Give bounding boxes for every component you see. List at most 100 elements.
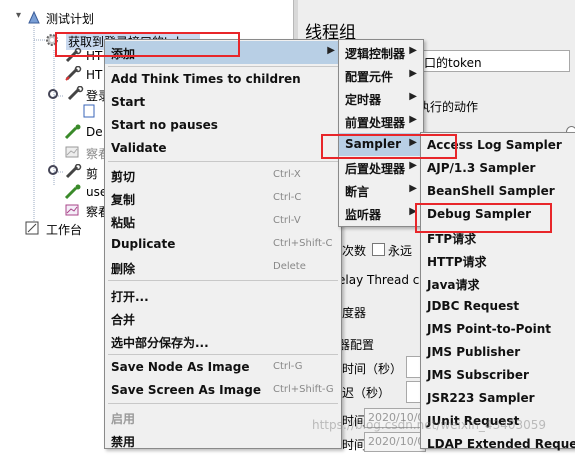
context-menu: 添加 ▶ Add Think Times to children Start S… (104, 39, 342, 449)
menu-item-paste[interactable]: 粘贴 Ctrl-V (105, 210, 341, 233)
gear-small-icon (47, 88, 59, 103)
menu-item-save-screen-image[interactable]: Save Screen As Image Ctrl+Shift-G (105, 379, 341, 402)
menu-item-open[interactable]: 打开... (105, 284, 341, 307)
menu-item-label: JMS Point-to-Point (427, 322, 552, 336)
menu-item-shortcut: Ctrl-C (273, 192, 302, 203)
submenu-item-pre-processor[interactable]: 前置处理器 ▶ (339, 110, 423, 133)
menu-item-label: 删除 (111, 262, 136, 276)
menu-item-enable[interactable]: 启用 (105, 406, 341, 429)
menu-item-label: 监听器 (345, 208, 382, 222)
menu-item-label: 选中部分保存为... (111, 336, 209, 350)
tree-node-http-2[interactable]: HT (86, 68, 102, 82)
submenu-arrow-icon: ▶ (409, 183, 417, 194)
menu-item-label: Start no pauses (111, 118, 218, 132)
menu-item-label: 启用 (111, 412, 136, 426)
watermark-text: https://blog.csdn.net/weixin_43403059 (312, 418, 547, 432)
name-field-value: 口的token (424, 56, 482, 70)
submenu-item-logic-controller[interactable]: 逻辑控制器 ▶ (339, 41, 423, 64)
end-time-field[interactable]: 2020/10/0 (364, 432, 426, 452)
sampler-item[interactable]: JMS Subscriber (421, 364, 575, 387)
menu-separator (108, 403, 338, 404)
menu-item-duplicate[interactable]: Duplicate Ctrl+Shift-C (105, 233, 341, 256)
delay-thread-label: elay Thread cr (338, 273, 425, 287)
menu-item-label: 粘贴 (111, 216, 136, 230)
forever-label: 永远 (388, 244, 413, 258)
menu-item-save-node-image[interactable]: Save Node As Image Ctrl-G (105, 356, 341, 379)
menu-separator (108, 66, 338, 67)
submenu-item-timer[interactable]: 定时器 ▶ (339, 87, 423, 110)
submenu-arrow-icon: ▶ (409, 68, 417, 79)
menu-item-label: JDBC Request (427, 299, 520, 313)
sampler-item[interactable]: JMS Publisher (421, 341, 575, 364)
chart-icon (64, 202, 82, 221)
submenu-arrow-icon: ▶ (409, 91, 417, 102)
sampler-item[interactable]: JSR223 Sampler (421, 387, 575, 410)
submenu-item-assertion[interactable]: 断言 ▶ (339, 179, 423, 202)
sampler-submenu: Access Log Sampler AJP/1.3 Sampler BeanS… (420, 132, 575, 451)
menu-item-label: 前置处理器 (345, 116, 406, 130)
sampler-error-action-label: 执行的动作 (418, 100, 479, 114)
menu-item-start-no-pauses[interactable]: Start no pauses (105, 114, 341, 137)
menu-separator (108, 354, 338, 355)
forever-checkbox[interactable] (372, 243, 385, 256)
sampler-item[interactable]: JMS Point-to-Point (421, 318, 575, 341)
menu-item-delete[interactable]: 删除 Delete (105, 256, 341, 279)
submenu-item-post-processor[interactable]: 后置处理器 ▶ (339, 156, 423, 179)
pipette-icon (64, 184, 82, 203)
menu-item-cut[interactable]: 剪切 Ctrl-X (105, 164, 341, 187)
end-time-label: 时间 (342, 438, 367, 452)
end-time-value: 2020/10/0 (368, 435, 425, 448)
menu-item-label: LDAP Extended Request (427, 437, 575, 451)
tree-node-cut[interactable]: 剪 (86, 165, 98, 182)
wrench-icon (64, 65, 82, 85)
menu-item-validate[interactable]: Validate (105, 137, 341, 160)
menu-item-label: HTTP请求 (427, 255, 487, 269)
scheduler-config-label: 器配置 (338, 338, 375, 352)
submenu-arrow-icon: ▶ (409, 45, 417, 56)
menu-item-disable[interactable]: 禁用 (105, 429, 341, 452)
annotation-box-thread-group (55, 32, 240, 57)
submenu-item-listener[interactable]: 监听器 ▶ (339, 202, 423, 225)
menu-item-copy[interactable]: 复制 Ctrl-C (105, 187, 341, 210)
menu-item-label: Start (111, 95, 146, 109)
sampler-item[interactable]: BeanShell Sampler (421, 180, 575, 203)
menu-item-label: 复制 (111, 193, 136, 207)
sampler-item[interactable]: AJP/1.3 Sampler (421, 157, 575, 180)
workbench-icon (24, 220, 40, 239)
menu-item-shortcut: Ctrl-G (273, 361, 303, 372)
menu-item-shortcut: Delete (273, 261, 306, 272)
gear-small-icon (47, 164, 59, 179)
sampler-item[interactable]: JDBC Request (421, 295, 575, 318)
annotation-box-sampler (321, 134, 457, 159)
pipette-icon (64, 124, 82, 143)
submenu-item-config-element[interactable]: 配置元件 ▶ (339, 64, 423, 87)
sampler-item[interactable]: LDAP Extended Request (421, 433, 575, 456)
chart-icon (64, 144, 82, 163)
menu-item-add-think-times[interactable]: Add Think Times to children (105, 68, 341, 91)
annotation-box-debug-sampler (415, 203, 552, 233)
menu-item-merge[interactable]: 合并 (105, 307, 341, 330)
submenu-arrow-icon: ▶ (409, 160, 417, 171)
menu-item-save-selection[interactable]: 选中部分保存为... (105, 330, 341, 353)
wrench-icon (64, 163, 82, 183)
menu-item-shortcut: Ctrl-V (273, 215, 301, 226)
tree-node-workbench[interactable]: 工作台 (46, 221, 82, 238)
collapse-toggle-icon[interactable]: ▾ (16, 10, 21, 21)
startup-delay-label: 迟（秒） (342, 386, 391, 400)
menu-item-label: 剪切 (111, 170, 136, 184)
menu-item-label: Save Screen As Image (111, 383, 261, 397)
menu-item-label: JMS Publisher (427, 345, 521, 359)
submenu-arrow-icon: ▶ (409, 114, 417, 125)
name-field[interactable]: 口的token (418, 50, 570, 72)
menu-item-start[interactable]: Start (105, 91, 341, 114)
tree-node-debug[interactable]: De (86, 125, 103, 139)
sampler-item[interactable]: Java请求 (421, 272, 575, 295)
menu-separator (108, 161, 338, 162)
duration-label: 时间（秒） (342, 362, 403, 376)
menu-item-shortcut: Ctrl-X (273, 169, 301, 180)
menu-item-label: JSR223 Sampler (427, 391, 535, 405)
loop-count-label: 次数 (342, 244, 367, 258)
menu-item-label: Duplicate (111, 237, 176, 251)
sampler-item[interactable]: HTTP请求 (421, 249, 575, 272)
add-submenu: 逻辑控制器 ▶ 配置元件 ▶ 定时器 ▶ 前置处理器 ▶ Sampler ▶ 后… (338, 39, 424, 227)
